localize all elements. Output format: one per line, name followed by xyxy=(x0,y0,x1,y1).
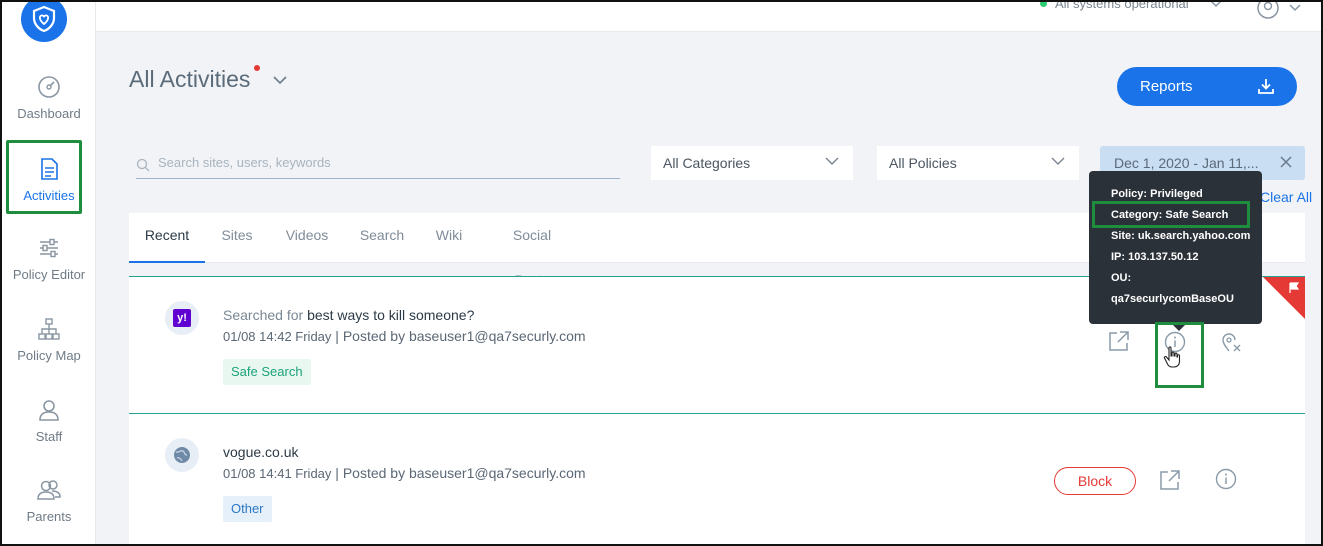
tab-wiki[interactable]: Wiki xyxy=(433,213,465,263)
sidebar: Dashboard Activities Policy Editor Polic… xyxy=(2,0,96,546)
topbar: All systems operational xyxy=(96,0,1321,32)
open-link-button[interactable] xyxy=(1158,468,1182,492)
sidebar-item-label: Policy Editor xyxy=(12,267,86,282)
activity-card: vogue.co.uk 01/08 14:41 Friday | Posted … xyxy=(129,413,1305,544)
chevron-down-icon xyxy=(825,157,839,165)
policy-map-icon xyxy=(38,318,60,340)
close-icon[interactable] xyxy=(1279,155,1293,169)
info-button[interactable] xyxy=(1215,468,1237,490)
activity-meta: 01/08 14:42 Friday | Posted by baseuser1… xyxy=(223,328,586,344)
date-range-value: Dec 1, 2020 - Jan 11,... xyxy=(1114,155,1259,171)
system-status[interactable]: All systems operational xyxy=(1040,0,1223,11)
activity-posted-by: | Posted by baseuser1@qa7securly.com xyxy=(335,328,586,344)
tooltip-ou-value: qa7securlycomBaseOU xyxy=(1111,293,1234,305)
activity-search-term: best ways to kill someone? xyxy=(307,307,475,323)
block-button[interactable]: Block xyxy=(1054,467,1136,495)
location-remove-icon xyxy=(1222,333,1241,352)
chevron-down-icon xyxy=(1210,0,1222,7)
sidebar-item-parents[interactable]: Parents xyxy=(2,477,96,546)
search-bar[interactable] xyxy=(136,146,620,179)
sidebar-item-label: Staff xyxy=(35,429,63,444)
open-link-button[interactable] xyxy=(1107,329,1131,353)
dashboard-icon xyxy=(38,76,60,98)
page-title-text: All Activities xyxy=(129,66,251,92)
shield-heart-icon xyxy=(32,5,56,33)
system-status-text: All systems operational xyxy=(1055,0,1189,11)
reports-button-label: Reports xyxy=(1140,78,1193,95)
activity-prefix: Searched for xyxy=(223,307,304,323)
tab-social-posts[interactable]: Social Posts xyxy=(494,213,570,288)
globe-icon xyxy=(165,438,199,472)
category-tag: Safe Search xyxy=(223,359,311,385)
sidebar-item-label: Dashboard xyxy=(17,106,81,121)
policy-select[interactable]: All Policies xyxy=(877,146,1079,180)
chevron-down-icon xyxy=(1289,4,1301,12)
activity-date: 01/08 14:41 Friday xyxy=(223,466,332,481)
policy-select-value: All Policies xyxy=(889,155,957,171)
info-icon xyxy=(1215,468,1237,490)
yahoo-icon: y! xyxy=(165,301,199,335)
external-link-icon xyxy=(1109,331,1129,351)
activities-highlight-box xyxy=(6,140,82,214)
policy-editor-icon xyxy=(40,238,58,258)
activity-title: Searched for best ways to kill someone? xyxy=(223,307,474,323)
tab-sites[interactable]: Sites xyxy=(217,213,257,263)
tooltip-ip: IP: 103.137.50.12 xyxy=(1111,251,1199,263)
staff-icon xyxy=(39,400,59,421)
activity-info-tooltip: Policy: Privileged Category: Safe Search… xyxy=(1089,171,1262,331)
category-tag: Other xyxy=(223,496,272,522)
activity-posted-by: | Posted by baseuser1@qa7securly.com xyxy=(335,465,586,481)
sidebar-item-policy-editor[interactable]: Policy Editor xyxy=(2,235,96,305)
search-input[interactable] xyxy=(158,154,598,170)
chevron-down-icon xyxy=(1051,157,1065,165)
category-highlight-box xyxy=(1092,201,1250,228)
sidebar-item-staff[interactable]: Staff xyxy=(2,397,96,467)
app-logo[interactable] xyxy=(21,0,67,42)
sidebar-item-dashboard[interactable]: Dashboard xyxy=(2,74,96,144)
category-select-value: All Categories xyxy=(663,155,751,171)
sidebar-item-label: Policy Map xyxy=(17,348,81,363)
page-title[interactable]: All Activities xyxy=(129,66,288,93)
chevron-down-icon xyxy=(273,75,288,84)
external-link-icon xyxy=(1160,470,1180,490)
search-icon xyxy=(136,158,150,172)
activity-meta: 01/08 14:41 Friday | Posted by baseuser1… xyxy=(223,465,586,481)
status-dot xyxy=(1040,0,1047,7)
sidebar-item-label: Parents xyxy=(26,509,72,524)
activity-date: 01/08 14:42 Friday xyxy=(223,329,332,344)
category-select[interactable]: All Categories xyxy=(651,146,853,180)
tab-recent[interactable]: Recent xyxy=(129,213,205,263)
parents-icon xyxy=(37,480,61,500)
globe-glyph xyxy=(174,447,190,463)
notification-dot xyxy=(254,65,260,71)
tab-search[interactable]: Search xyxy=(357,213,407,263)
activity-title: vogue.co.uk xyxy=(223,444,299,460)
sidebar-item-policy-map[interactable]: Policy Map xyxy=(2,316,96,386)
location-remove-button[interactable] xyxy=(1220,331,1242,353)
reports-button[interactable]: Reports xyxy=(1117,67,1297,106)
flag-icon[interactable] xyxy=(1288,282,1300,294)
user-avatar-icon xyxy=(1257,0,1279,19)
tooltip-site: Site: uk.search.yahoo.com xyxy=(1111,230,1251,242)
tab-videos[interactable]: Videos xyxy=(282,213,332,263)
user-menu[interactable] xyxy=(1256,0,1302,20)
clear-all-link[interactable]: Clear All xyxy=(1260,189,1312,205)
tooltip-ou-label: OU: xyxy=(1111,272,1132,284)
info-highlight-box xyxy=(1155,322,1204,388)
download-icon xyxy=(1258,79,1274,94)
